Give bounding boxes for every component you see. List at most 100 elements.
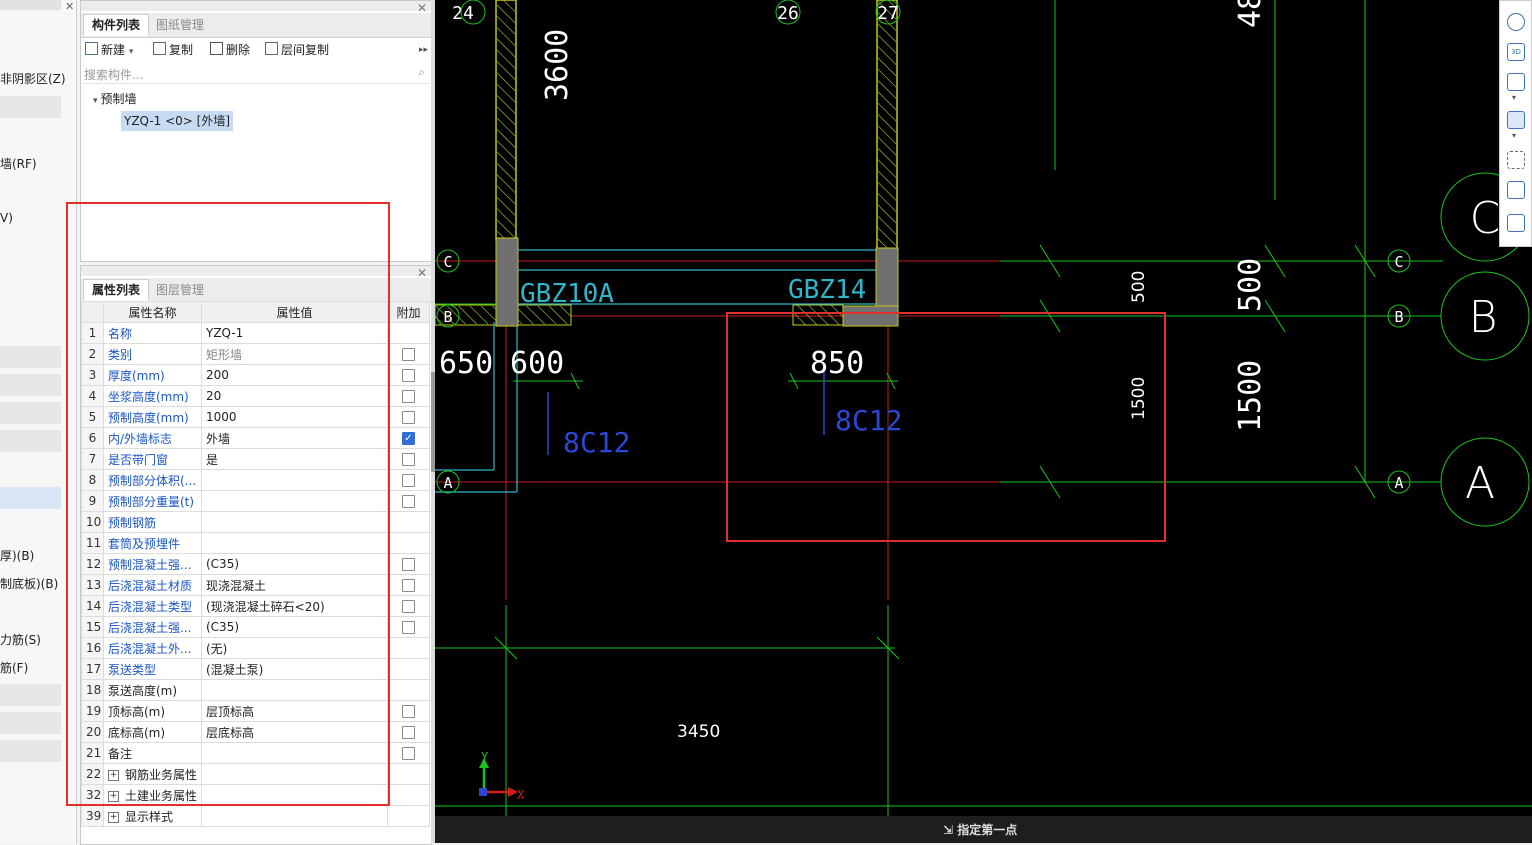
extra-checkbox[interactable]: [402, 453, 415, 466]
tab-drawing-manage[interactable]: 图纸管理: [147, 14, 213, 36]
dim-text: 650: [439, 346, 493, 381]
strip-item[interactable]: 厚)(B): [0, 547, 34, 564]
search-input[interactable]: 搜索构件...: [84, 66, 143, 83]
extra-checkbox[interactable]: [402, 558, 415, 571]
extra-cell: [387, 637, 430, 659]
strip-item[interactable]: 制底板)(B): [0, 575, 58, 592]
strip-close-icon[interactable]: ✕: [65, 0, 74, 13]
view-3d-icon[interactable]: 3D: [1507, 43, 1525, 61]
extra-cell: [387, 784, 430, 806]
column-label: GBZ14: [788, 275, 866, 305]
settings-sheet-icon[interactable]: [1507, 214, 1525, 232]
floor-copy-button[interactable]: 层间复制: [265, 41, 329, 59]
extra-checkbox[interactable]: [402, 726, 415, 739]
column-label: GBZ10A: [520, 279, 614, 309]
tab-component-list[interactable]: 构件列表: [83, 14, 150, 36]
table-row-group[interactable]: 39 + 显示样式: [81, 805, 430, 827]
extra-cell: [387, 532, 430, 554]
tree-group-prefab-wall[interactable]: ▾ 预制墙: [93, 90, 137, 107]
axis-label-right: C: [1394, 253, 1403, 271]
dim-text: 500: [1129, 271, 1149, 303]
extra-checkbox[interactable]: [402, 474, 415, 487]
dim-text: 600: [510, 346, 564, 381]
search-box[interactable]: 搜索构件... ⌕: [83, 63, 429, 84]
delete-button[interactable]: 删除: [210, 41, 250, 59]
extra-checkbox[interactable]: [402, 411, 415, 424]
strip-block[interactable]: [0, 430, 61, 452]
extra-cell: [387, 385, 430, 407]
extra-cell: ✓: [387, 427, 430, 449]
rebar-label: 8C12: [563, 426, 630, 459]
ucs-icon: Y X: [479, 750, 525, 802]
extra-cell: [387, 595, 430, 617]
strip-item[interactable]: 墙(RF): [0, 155, 37, 172]
extra-checkbox[interactable]: [402, 579, 415, 592]
strip-block[interactable]: [0, 740, 61, 762]
extra-checkbox[interactable]: [402, 369, 415, 382]
strip-block-selected[interactable]: [0, 487, 61, 509]
axis-label-right: B: [1394, 308, 1403, 326]
prop-value: [201, 805, 388, 827]
status-bar: ⇲ 指定第一点: [435, 816, 1532, 843]
strip-item[interactable]: 力筋(S): [0, 631, 41, 648]
panel-title-strip: [81, 1, 431, 11]
axis-label-right: A: [1394, 474, 1403, 492]
chevron-down-icon[interactable]: ▾: [1512, 93, 1516, 102]
more-icon[interactable]: ▸▸: [419, 41, 428, 59]
extra-cell: [387, 574, 430, 596]
highlight-box: [66, 202, 390, 806]
extra-checkbox[interactable]: [402, 348, 415, 361]
status-prompt: ⇲ 指定第一点: [943, 823, 1018, 837]
axis-label-left: B: [443, 308, 452, 326]
copy-button[interactable]: 复制: [153, 41, 193, 59]
extra-cell: [387, 679, 430, 701]
strip-block[interactable]: [0, 346, 61, 368]
axis-bubble-label: A: [1465, 458, 1495, 509]
extra-cell: [387, 511, 430, 533]
extra-cell: [387, 448, 430, 470]
solid-cube-icon[interactable]: [1507, 111, 1525, 129]
copy-icon: [153, 42, 166, 55]
ucs-y: Y: [481, 750, 489, 764]
extra-checkbox[interactable]: [402, 600, 415, 613]
tree-item-yzq1[interactable]: YZQ-1 <0> [外墙]: [121, 111, 234, 131]
extra-checkbox[interactable]: [402, 747, 415, 760]
fullscreen-icon[interactable]: [1507, 151, 1525, 169]
collapse-icon[interactable]: ▾: [93, 96, 98, 106]
strip-block[interactable]: [0, 712, 61, 734]
extra-cell: [387, 364, 430, 386]
strip-block[interactable]: [0, 96, 61, 118]
axis-bubble-label: C: [1470, 193, 1501, 244]
prop-group[interactable]: + 显示样式: [103, 805, 202, 827]
search-icon[interactable]: ⌕: [418, 65, 425, 80]
highlight-box: [726, 312, 1166, 542]
strip-header: [0, 0, 61, 10]
strip-item[interactable]: 非阴影区(Z): [0, 70, 66, 87]
orbit-icon[interactable]: [1507, 13, 1525, 31]
extra-cell: [387, 616, 430, 638]
extra-checkbox-checked[interactable]: ✓: [402, 432, 415, 445]
extra-checkbox[interactable]: [402, 621, 415, 634]
dropdown-icon[interactable]: ▾: [129, 47, 134, 57]
row-num: 39: [81, 805, 104, 827]
strip-item[interactable]: V): [0, 211, 13, 225]
component-tabbar: 构件列表 图纸管理: [81, 13, 431, 38]
chevron-down-icon[interactable]: ▾: [1512, 131, 1516, 140]
extra-checkbox[interactable]: [402, 390, 415, 403]
strip-block[interactable]: [0, 374, 61, 396]
extra-cell: [387, 658, 430, 680]
extra-cell: [387, 490, 430, 512]
extra-cell: [387, 469, 430, 491]
axis-label-left: A: [443, 474, 452, 492]
cube-view-icon[interactable]: [1507, 73, 1525, 91]
strip-block[interactable]: [0, 684, 61, 706]
axis-bubble-label: B: [1469, 292, 1498, 343]
extra-checkbox[interactable]: [402, 705, 415, 718]
extra-cell: [387, 343, 430, 365]
iso-box-icon[interactable]: [1507, 181, 1525, 199]
strip-block[interactable]: [0, 402, 61, 424]
expand-icon[interactable]: +: [108, 811, 119, 823]
new-button[interactable]: 新建 ▾: [85, 41, 133, 59]
strip-item[interactable]: 筋(F): [0, 659, 28, 676]
extra-checkbox[interactable]: [402, 495, 415, 508]
